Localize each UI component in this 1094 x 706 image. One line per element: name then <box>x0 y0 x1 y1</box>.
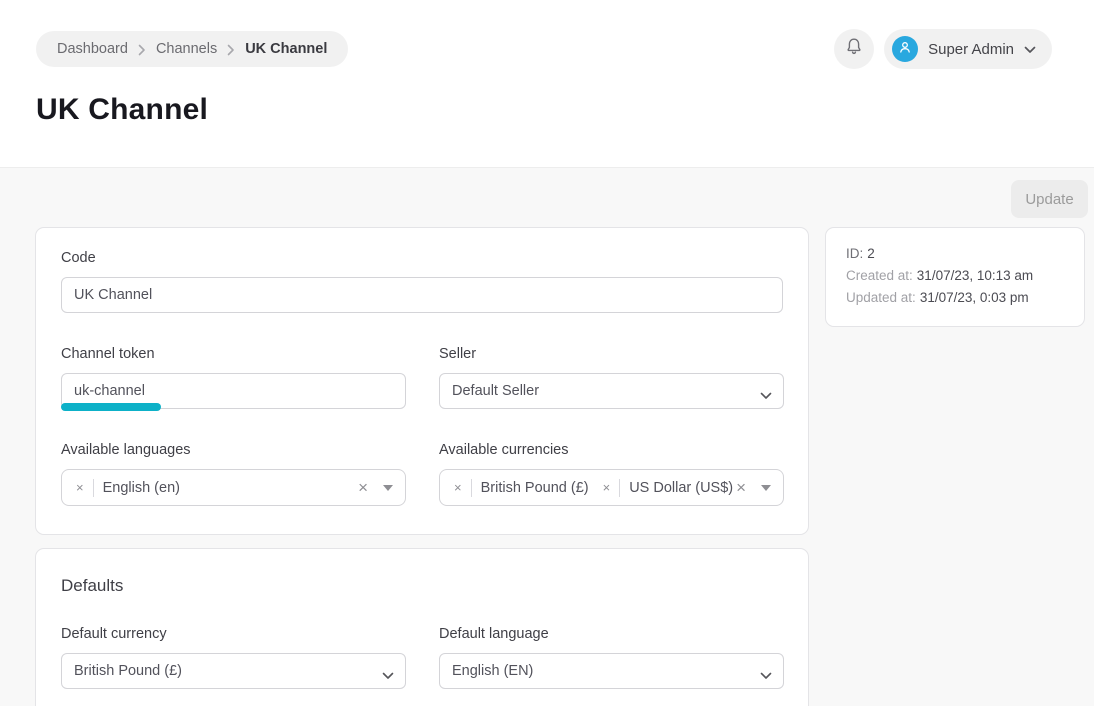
breadcrumb-item-current: UK Channel <box>245 41 327 57</box>
currency-chip: × British Pound (£) <box>454 479 589 497</box>
language-chip: × English (en) <box>76 479 180 497</box>
meta-created-label: Created at: <box>846 268 913 283</box>
topbar: Dashboard Channels UK Channel <box>0 0 1094 69</box>
chevron-right-icon <box>227 44 235 56</box>
defaults-card: Defaults Default currency British Pound … <box>35 548 809 706</box>
notifications-button[interactable] <box>834 29 874 69</box>
page-header: Dashboard Channels UK Channel <box>0 0 1094 168</box>
update-button[interactable]: Update <box>1011 180 1088 218</box>
chip-divider <box>93 479 94 497</box>
meta-updated: Updated at: 31/07/23, 0:03 pm <box>846 287 1064 309</box>
seller-select[interactable]: Default Seller <box>439 373 784 409</box>
default-currency-value: British Pound (£) <box>74 663 182 679</box>
breadcrumb: Dashboard Channels UK Channel <box>36 31 348 67</box>
breadcrumb-item-dashboard[interactable]: Dashboard <box>57 41 128 57</box>
dropdown-arrow-icon[interactable] <box>383 485 393 491</box>
user-name: Super Admin <box>928 41 1014 58</box>
code-label: Code <box>61 250 783 266</box>
available-languages-label: Available languages <box>61 442 406 458</box>
chip-label: US Dollar (US$) <box>629 480 733 496</box>
meta-created-value: 31/07/23, 10:13 am <box>917 268 1033 283</box>
dropdown-arrow-icon[interactable] <box>761 485 771 491</box>
currency-chip: × US Dollar (US$) <box>603 479 734 497</box>
chevron-down-icon <box>382 668 394 684</box>
channel-token-wrap <box>61 373 406 409</box>
clear-all-icon[interactable]: × <box>358 479 368 496</box>
chip-label: English (en) <box>103 480 180 496</box>
page-title: UK Channel <box>36 93 1094 127</box>
chevron-right-icon <box>138 44 146 56</box>
code-input[interactable] <box>61 277 783 313</box>
meta-id-value: 2 <box>867 246 875 261</box>
available-currencies-multiselect[interactable]: × British Pound (£) × US Dollar (US$) <box>439 469 784 506</box>
meta-updated-value: 31/07/23, 0:03 pm <box>920 290 1029 305</box>
chip-divider <box>619 479 620 497</box>
token-highlight-marker <box>61 403 161 411</box>
available-languages-multiselect[interactable]: × English (en) × <box>61 469 406 506</box>
person-icon <box>898 40 912 59</box>
topbar-right: Super Admin <box>834 29 1052 69</box>
default-currency-select[interactable]: British Pound (£) <box>61 653 406 689</box>
user-menu[interactable]: Super Admin <box>884 29 1052 69</box>
main-column: Code Channel token Seller Default Seller <box>35 227 809 706</box>
meta-created: Created at: 31/07/23, 10:13 am <box>846 265 1064 287</box>
record-meta-card: ID: 2 Created at: 31/07/23, 10:13 am Updat… <box>825 227 1085 327</box>
side-column: ID: 2 Created at: 31/07/23, 10:13 am Updat… <box>825 227 1085 327</box>
channel-token-label: Channel token <box>61 346 406 362</box>
defaults-section-title: Defaults <box>61 576 783 596</box>
remove-chip-icon[interactable]: × <box>603 481 611 494</box>
general-card: Code Channel token Seller Default Seller <box>35 227 809 535</box>
remove-chip-icon[interactable]: × <box>454 481 462 494</box>
default-language-select[interactable]: English (EN) <box>439 653 784 689</box>
chip-divider <box>471 479 472 497</box>
chevron-down-icon <box>1024 46 1036 54</box>
breadcrumb-item-channels[interactable]: Channels <box>156 41 217 57</box>
chip-label: British Pound (£) <box>481 480 589 496</box>
clear-all-icon[interactable]: × <box>736 479 746 496</box>
default-language-value: English (EN) <box>452 663 533 679</box>
chevron-down-icon <box>760 388 772 404</box>
meta-id-label: ID: <box>846 246 863 261</box>
content-area: Update Code Channel token Sell <box>0 168 1094 706</box>
default-currency-label: Default currency <box>61 626 406 642</box>
bell-icon <box>845 37 863 61</box>
available-currencies-label: Available currencies <box>439 442 784 458</box>
chevron-down-icon <box>760 668 772 684</box>
meta-updated-label: Updated at: <box>846 290 916 305</box>
default-language-label: Default language <box>439 626 784 642</box>
meta-id: ID: 2 <box>846 243 1064 265</box>
remove-chip-icon[interactable]: × <box>76 481 84 494</box>
seller-select-value: Default Seller <box>452 383 539 399</box>
avatar <box>892 36 918 62</box>
seller-label: Seller <box>439 346 784 362</box>
